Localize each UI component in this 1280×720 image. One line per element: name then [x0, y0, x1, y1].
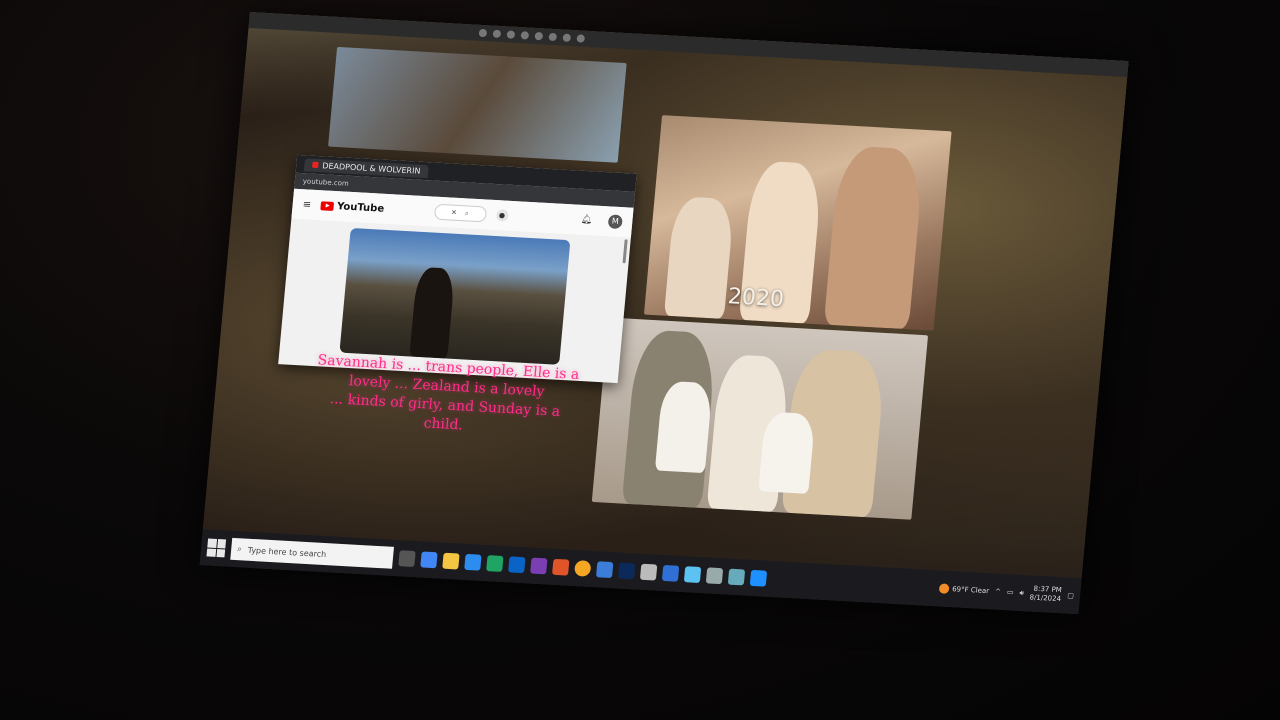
- tab-icon[interactable]: [562, 33, 572, 42]
- youtube-tab-icon: [312, 161, 319, 169]
- system-tray: 69°F Clear ^ ▭ 🔊︎ 8:37 PM 8/1/2024 ▢: [938, 579, 1074, 604]
- volume-icon[interactable]: 🔊︎: [1019, 588, 1024, 597]
- app-icon[interactable]: [727, 568, 746, 586]
- adult-figure: [823, 145, 925, 330]
- year-caption: 2020: [726, 284, 785, 313]
- task-view-icon[interactable]: [398, 550, 416, 568]
- media-player-icon[interactable]: [573, 560, 592, 577]
- weather-widget[interactable]: 69°F Clear: [938, 583, 990, 596]
- search-icon: ⌕: [236, 544, 243, 554]
- menu-icon[interactable]: ≡: [302, 199, 311, 210]
- video-figure: [409, 266, 456, 359]
- taskbar-search-input[interactable]: ⌕ Type here to search: [230, 537, 394, 569]
- search-icon[interactable]: ⌕: [465, 209, 470, 218]
- word-icon[interactable]: [595, 561, 614, 579]
- search-placeholder: Type here to search: [247, 545, 327, 559]
- chrome-icon[interactable]: [420, 551, 438, 569]
- weather-text: 69°F Clear: [951, 585, 990, 596]
- clock-date: 8/1/2024: [1029, 593, 1062, 604]
- scrollbar[interactable]: [622, 239, 628, 264]
- weather-icon: [938, 583, 950, 594]
- monitor-screen: 2020 DEADPOOL & WOLVERIN youtube.com ≡ Y…: [199, 12, 1129, 615]
- chevron-up-icon[interactable]: ^: [995, 588, 1002, 596]
- office-icon[interactable]: [552, 558, 570, 576]
- tab-icon[interactable]: [492, 29, 502, 39]
- tab-icon[interactable]: [478, 28, 488, 38]
- app-icon[interactable]: [639, 563, 658, 581]
- url-text[interactable]: youtube.com: [302, 177, 349, 188]
- video-player[interactable]: [339, 227, 571, 365]
- mail-icon[interactable]: [661, 564, 680, 582]
- photoshop-icon[interactable]: [617, 562, 636, 580]
- youtube-browser-window[interactable]: DEADPOOL & WOLVERIN youtube.com ≡ YouTub…: [278, 154, 637, 384]
- outlook-icon[interactable]: [508, 556, 526, 574]
- collage-photo-family: [591, 317, 929, 520]
- clear-icon[interactable]: ✕: [451, 209, 458, 217]
- tab-icon[interactable]: [506, 30, 516, 39]
- tab-icon[interactable]: [520, 31, 530, 40]
- tab-icon[interactable]: [534, 31, 544, 41]
- child-figure: [663, 196, 735, 319]
- taskbar-clock[interactable]: 8:37 PM 8/1/2024: [1029, 584, 1062, 604]
- search-box[interactable]: ✕ ⌕: [433, 203, 487, 223]
- camera-icon[interactable]: [464, 553, 482, 571]
- desktop-wallpaper: 2020 DEADPOOL & WOLVERIN youtube.com ≡ Y…: [202, 12, 1129, 579]
- avatar[interactable]: M: [607, 214, 623, 230]
- excel-icon[interactable]: [486, 555, 504, 572]
- network-icon[interactable]: ▭: [1007, 588, 1014, 596]
- tab-icon[interactable]: [548, 32, 558, 42]
- microphone-icon[interactable]: ●: [495, 209, 509, 222]
- app-icon[interactable]: [749, 569, 768, 587]
- notification-icon[interactable]: ▢: [1067, 592, 1074, 600]
- collage-photo-top: [328, 46, 627, 163]
- folder-icon[interactable]: [683, 566, 702, 583]
- app-icon[interactable]: [705, 567, 724, 585]
- tab-icon[interactable]: [576, 34, 586, 43]
- tab-title: DEADPOOL & WOLVERIN: [321, 160, 421, 176]
- bell-icon[interactable]: 🔔︎: [580, 215, 592, 226]
- onenote-icon[interactable]: [530, 557, 548, 575]
- youtube-logo[interactable]: YouTube: [320, 200, 385, 215]
- youtube-logo-text: YouTube: [336, 200, 385, 215]
- file-explorer-icon[interactable]: [442, 552, 460, 570]
- windows-start-icon[interactable]: [206, 538, 227, 558]
- collage-photo-2020: 2020: [643, 115, 952, 331]
- youtube-play-icon: [320, 200, 335, 211]
